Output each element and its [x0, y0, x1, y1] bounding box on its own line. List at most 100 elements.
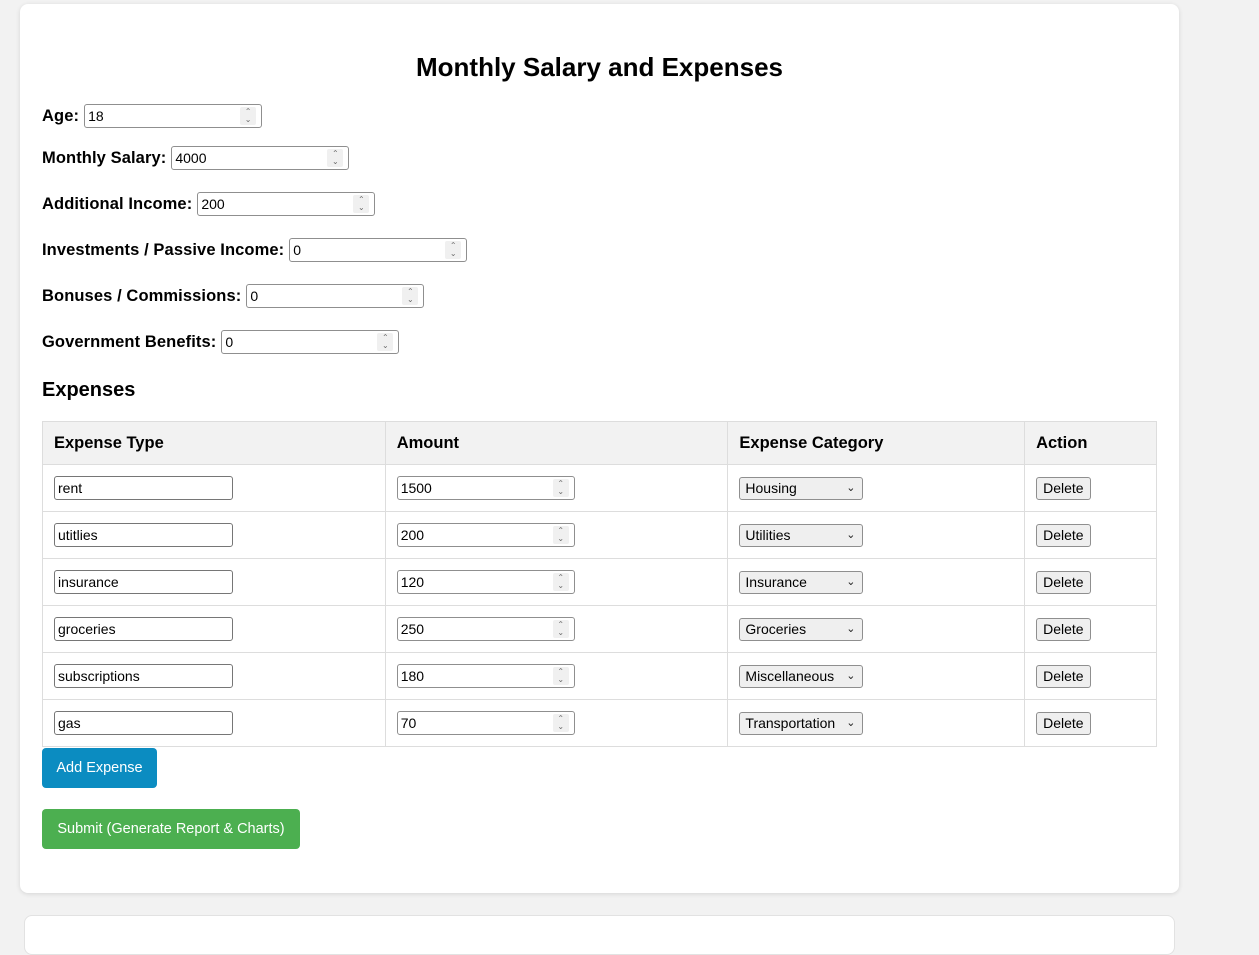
expense-type-input[interactable]: [54, 664, 233, 688]
investments-input-box[interactable]: ⌃⌄: [289, 238, 468, 262]
category-select[interactable]: Transportation ⌄: [739, 711, 864, 735]
expense-type-input[interactable]: [54, 570, 233, 594]
government-benefits-input-box[interactable]: ⌃⌄: [221, 330, 400, 354]
spinner-arrows-icon[interactable]: ⌃ ⌄: [552, 573, 569, 591]
category-select[interactable]: Insurance ⌄: [739, 570, 864, 594]
cell-action: Delete: [1024, 464, 1157, 512]
amount-input[interactable]: [397, 666, 541, 686]
spinner-arrows-icon[interactable]: ⌃ ⌄: [402, 287, 419, 305]
page-title: Monthly Salary and Expenses: [415, 52, 783, 82]
category-selected: Groceries: [745, 621, 807, 637]
cell-expense-type: [42, 652, 386, 700]
amount-input-box[interactable]: ⌃⌄: [396, 476, 575, 500]
table-row: ⌃⌄ Transportation ⌄ Delete: [42, 699, 1157, 747]
delete-button[interactable]: Delete: [1036, 570, 1091, 594]
add-expense-button[interactable]: Add Expense: [42, 748, 157, 788]
age-input[interactable]: [85, 106, 229, 126]
chevron-down-icon: ⌄: [846, 669, 856, 682]
spinner-arrows-icon[interactable]: ⌃ ⌄: [377, 333, 394, 351]
spinner-arrows-icon[interactable]: ⌃ ⌄: [552, 526, 569, 544]
amount-input[interactable]: [397, 572, 541, 592]
delete-button[interactable]: Delete: [1036, 664, 1091, 688]
amount-input[interactable]: [397, 478, 541, 498]
category-select[interactable]: Miscellaneous ⌄: [739, 664, 864, 688]
cell-expense-type: [42, 605, 386, 653]
spinner-arrows-icon[interactable]: ⌃ ⌄: [552, 620, 569, 638]
additional-income-label: Additional Income:: [42, 194, 193, 213]
amount-input[interactable]: [397, 713, 541, 733]
chevron-down-icon: ⌄: [846, 481, 856, 494]
bonuses-label: Bonuses / Commissions:: [42, 286, 242, 305]
delete-button[interactable]: Delete: [1036, 617, 1091, 641]
delete-button[interactable]: Delete: [1036, 476, 1091, 500]
table-row: ⌃⌄ Insurance ⌄ Delete: [42, 558, 1157, 606]
cell-action: Delete: [1024, 652, 1157, 700]
table-row: ⌃⌄ Housing ⌄ Delete: [42, 464, 1157, 512]
cell-category: Insurance ⌄: [727, 558, 1026, 606]
amount-input-box[interactable]: ⌃⌄: [396, 711, 575, 735]
cell-action: Delete: [1024, 511, 1157, 559]
chevron-down-icon: ⌄: [846, 575, 856, 588]
cell-category: Groceries ⌄: [727, 605, 1026, 653]
monthly-salary-label: Monthly Salary:: [42, 148, 167, 167]
table-row: ⌃⌄ Utilities ⌄ Delete: [42, 511, 1157, 559]
amount-input[interactable]: [397, 619, 541, 639]
form-card: Monthly Salary and Expenses Age: ⌃⌄ Mont…: [20, 4, 1179, 893]
government-benefits-input[interactable]: [222, 332, 366, 352]
category-selected: Transportation: [745, 715, 836, 731]
amount-input-box[interactable]: ⌃⌄: [396, 617, 575, 641]
expense-type-input[interactable]: [54, 617, 233, 641]
header-action: Action: [1024, 421, 1157, 465]
amount-input-box[interactable]: ⌃⌄: [396, 664, 575, 688]
category-select[interactable]: Utilities ⌄: [739, 523, 864, 547]
spinner-arrows-icon[interactable]: ⌃ ⌄: [445, 241, 462, 259]
additional-income-input[interactable]: [198, 194, 342, 214]
report-card: [24, 915, 1175, 955]
spinner-arrows-icon[interactable]: ⌃ ⌄: [327, 149, 344, 167]
cell-category: Miscellaneous ⌄: [727, 652, 1026, 700]
table-row: ⌃⌄ Miscellaneous ⌄ Delete: [42, 652, 1157, 700]
header-expense-type: Expense Type: [42, 421, 386, 465]
bonuses-input[interactable]: [247, 286, 391, 306]
age-input-box[interactable]: ⌃⌄: [84, 104, 263, 128]
cell-action: Delete: [1024, 558, 1157, 606]
spinner-arrows-icon[interactable]: ⌃ ⌄: [353, 195, 370, 213]
cell-amount: ⌃⌄: [384, 511, 729, 559]
monthly-salary-input-box[interactable]: ⌃⌄: [171, 146, 350, 170]
cell-expense-type: [42, 699, 386, 747]
additional-income-input-box[interactable]: ⌃⌄: [197, 192, 376, 216]
age-field: Age: ⌃⌄: [42, 104, 263, 128]
expense-type-input[interactable]: [54, 523, 233, 547]
bonuses-input-box[interactable]: ⌃⌄: [246, 284, 425, 308]
monthly-salary-field: Monthly Salary: ⌃⌄: [42, 146, 350, 170]
spinner-arrows-icon[interactable]: ⌃ ⌄: [552, 667, 569, 685]
investments-field: Investments / Passive Income: ⌃⌄: [42, 238, 468, 262]
expenses-table: Expense Type Amount Expense Category Act…: [42, 421, 1157, 747]
investments-input[interactable]: [290, 240, 434, 260]
delete-button[interactable]: Delete: [1036, 711, 1091, 735]
category-select[interactable]: Groceries ⌄: [739, 617, 864, 641]
government-benefits-label: Government Benefits:: [42, 332, 217, 351]
category-select[interactable]: Housing ⌄: [739, 476, 864, 500]
spinner-arrows-icon[interactable]: ⌃ ⌄: [552, 714, 569, 732]
monthly-salary-input[interactable]: [172, 148, 316, 168]
cell-category: Transportation ⌄: [727, 699, 1026, 747]
spinner-arrows-icon[interactable]: ⌃ ⌄: [240, 107, 257, 125]
amount-input-box[interactable]: ⌃⌄: [396, 523, 575, 547]
expenses-heading: Expenses: [42, 379, 136, 401]
cell-amount: ⌃⌄: [384, 558, 729, 606]
expense-type-input[interactable]: [54, 476, 233, 500]
amount-input-box[interactable]: ⌃⌄: [396, 570, 575, 594]
amount-input[interactable]: [397, 525, 541, 545]
investments-label: Investments / Passive Income:: [42, 240, 285, 259]
expense-type-input[interactable]: [54, 711, 233, 735]
submit-button[interactable]: Submit (Generate Report & Charts): [42, 809, 300, 849]
category-selected: Utilities: [745, 527, 791, 543]
cell-expense-type: [42, 464, 386, 512]
chevron-down-icon: ⌄: [846, 528, 856, 541]
cell-amount: ⌃⌄: [384, 699, 729, 747]
delete-button[interactable]: Delete: [1036, 523, 1091, 547]
spinner-arrows-icon[interactable]: ⌃ ⌄: [552, 479, 569, 497]
age-label: Age:: [42, 106, 80, 125]
table-row: ⌃⌄ Groceries ⌄ Delete: [42, 605, 1157, 653]
